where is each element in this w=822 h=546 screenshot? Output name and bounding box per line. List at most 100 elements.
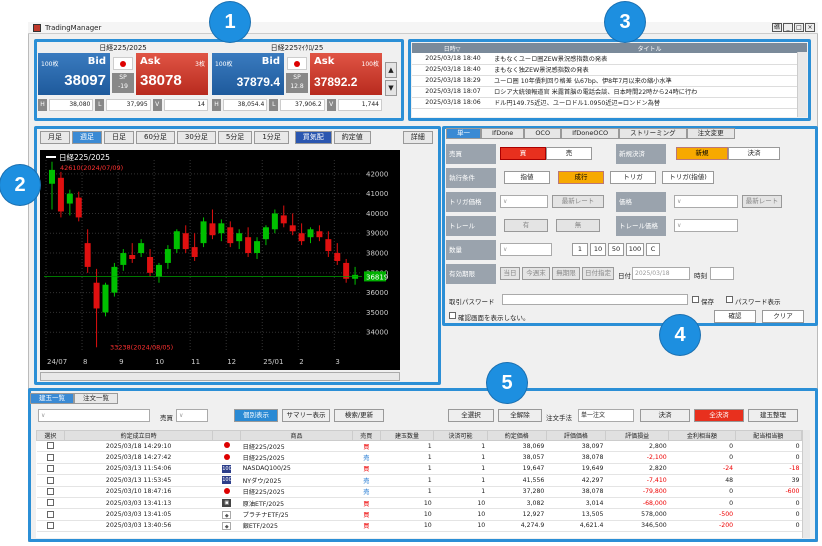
market-button[interactable]: 成行 bbox=[558, 171, 604, 184]
buy-button[interactable]: 買 bbox=[500, 147, 546, 160]
ask-button[interactable]: Ask 100枚 37892.2 bbox=[310, 53, 382, 95]
positions-header-5[interactable]: 建玉数量 bbox=[379, 430, 435, 441]
bid-button[interactable]: 100枚 Bid 37879.4 bbox=[212, 53, 284, 95]
qty-100-button[interactable]: 100 bbox=[626, 243, 644, 256]
trigger-limit-button[interactable]: トリガ(指値) bbox=[662, 171, 714, 184]
row-checkbox[interactable] bbox=[46, 522, 54, 530]
positions-header-6[interactable]: 決済可能 bbox=[433, 430, 488, 441]
tab-orders[interactable]: 注文一覧 bbox=[74, 393, 118, 404]
positions-header-4[interactable]: 売買 bbox=[351, 430, 381, 441]
valid-unlimited-button[interactable]: 無期限 bbox=[552, 267, 580, 280]
trigger-button[interactable]: トリガ bbox=[610, 171, 656, 184]
clear-button[interactable]: クリア bbox=[762, 310, 804, 323]
chart-tab-3[interactable]: 60分足 bbox=[136, 131, 175, 144]
row-checkbox[interactable] bbox=[46, 465, 54, 473]
valid-week-button[interactable]: 今週末 bbox=[522, 267, 550, 280]
news-row[interactable]: 2025/03/18 18:07 ロシア大統領報道官 米露首脳の電話会談、日本時間… bbox=[412, 86, 807, 98]
ask-button[interactable]: Ask 3枚 38078 bbox=[136, 53, 208, 95]
trail-price-input[interactable]: ∨ bbox=[674, 219, 738, 232]
chart-tab-4[interactable]: 30分足 bbox=[176, 131, 216, 144]
settle-all-button[interactable]: 全決済 bbox=[694, 409, 744, 422]
side-filter-select[interactable]: ∨ bbox=[176, 409, 208, 422]
bid-button[interactable]: 100枚 Bid 38097 bbox=[38, 53, 110, 95]
chart-tab-7[interactable]: 買気配 bbox=[294, 131, 332, 144]
table-row[interactable]: 2025/03/18 14:27:42 日経225/2025 売 1 1 38,057 38… bbox=[36, 451, 802, 464]
chart-tab-0[interactable]: 月足 bbox=[40, 131, 70, 144]
confirm-button[interactable]: 確認 bbox=[714, 310, 756, 323]
news-header-title[interactable]: タイトル bbox=[492, 43, 807, 53]
trigger-price-input[interactable]: ∨ bbox=[500, 195, 548, 208]
table-row[interactable]: 2025/03/10 18:47:16 日経225/2025 売 1 1 37,280 38… bbox=[36, 486, 802, 498]
password-input[interactable] bbox=[502, 294, 688, 305]
settle-order-button[interactable]: 決済 bbox=[728, 147, 780, 160]
save-checkbox[interactable] bbox=[692, 296, 699, 303]
table-row[interactable]: 2025/03/03 13:41:13 ▣ 原油ETF/2025 買 10 10 3,082… bbox=[36, 497, 802, 510]
no-confirm-checkbox[interactable] bbox=[449, 312, 456, 319]
qty-1-button[interactable]: 1 bbox=[572, 243, 588, 256]
quantity-input[interactable]: ∨ bbox=[500, 243, 552, 256]
table-row[interactable]: 2025/03/18 14:29:10 日経225/2025 買 1 1 38,069 38… bbox=[36, 440, 802, 453]
search-refresh-button[interactable]: 検索/更新 bbox=[334, 409, 384, 422]
summary-view-button[interactable]: サマリー表示 bbox=[282, 409, 330, 422]
news-header-datetime[interactable]: 日時▽ bbox=[412, 43, 492, 53]
chart-tab-2[interactable]: 日足 bbox=[104, 131, 134, 144]
qty-50-button[interactable]: 50 bbox=[608, 243, 624, 256]
positions-header-7[interactable]: 約定価格 bbox=[486, 430, 547, 441]
product-filter-select[interactable]: ∨ bbox=[38, 409, 150, 422]
row-checkbox[interactable] bbox=[46, 499, 54, 507]
chart-tab-6[interactable]: 1分足 bbox=[254, 131, 289, 144]
news-row[interactable]: 2025/03/18 18:29 ユーロ圏 10年債利回り格差 仏67bp、伊8年… bbox=[412, 75, 807, 87]
layout-icon[interactable]: 礁 bbox=[772, 23, 782, 32]
individual-view-button[interactable]: 個別表示 bbox=[234, 409, 278, 422]
news-scrollbar[interactable] bbox=[797, 52, 807, 117]
limit-button[interactable]: 指値 bbox=[504, 171, 550, 184]
time-input[interactable] bbox=[710, 267, 734, 280]
chart-scrollbar[interactable] bbox=[40, 372, 400, 381]
order-tab-1[interactable]: IfDone bbox=[481, 128, 525, 139]
valid-today-button[interactable]: 当日 bbox=[500, 267, 520, 280]
order-tab-0[interactable]: 単一 bbox=[446, 128, 481, 139]
table-row[interactable]: 2025/03/13 11:53:45 100 NYダウ/2025 売 1 1 41,556… bbox=[36, 474, 802, 487]
row-checkbox[interactable] bbox=[46, 488, 54, 495]
deselect-all-button[interactable]: 全解除 bbox=[498, 409, 542, 422]
positions-header-2[interactable] bbox=[212, 430, 242, 441]
news-row[interactable]: 2025/03/18 18:40 まもなく独ZEW景況感指数の発表 bbox=[412, 64, 807, 76]
positions-header-3[interactable]: 商品 bbox=[240, 430, 353, 441]
chart-tab-8[interactable]: 約定値 bbox=[333, 131, 371, 144]
maximize-button[interactable]: □ bbox=[794, 23, 804, 32]
settle-button[interactable]: 決済 bbox=[640, 409, 690, 422]
scroll-down-button[interactable]: ▼ bbox=[385, 80, 397, 96]
order-tab-3[interactable]: IfDoneOCO bbox=[561, 128, 620, 139]
table-row[interactable]: 2025/03/03 13:41:05 ◆ プラチナETF/25 買 10 10 12,92… bbox=[36, 508, 802, 521]
valid-date-button[interactable]: 日付指定 bbox=[582, 267, 614, 280]
positions-header-0[interactable]: 選択 bbox=[36, 430, 65, 441]
minimize-button[interactable]: _ bbox=[783, 23, 793, 32]
candlestick-chart[interactable]: 3400035000360003700038000390004000041000… bbox=[40, 150, 400, 370]
scroll-up-button[interactable]: ▲ bbox=[385, 62, 397, 78]
order-tab-4[interactable]: ストリーミング bbox=[619, 128, 687, 139]
table-row[interactable]: 2025/03/13 11:54:06 100 NASDAQ100/25 買 1 1 19,… bbox=[36, 463, 802, 476]
chart-tab-9[interactable]: 詳細 bbox=[402, 131, 433, 144]
price-latest-rate-button[interactable]: 最新レート bbox=[742, 195, 782, 208]
positions-header-11[interactable]: 配当相当額 bbox=[734, 430, 802, 441]
organize-positions-button[interactable]: 建玉整理 bbox=[748, 409, 798, 422]
table-row[interactable]: 2025/03/03 13:40:56 ◆ 銀ETF/2025 買 10 10 4,274.… bbox=[36, 520, 802, 533]
positions-header-1[interactable]: 約定成立日時 bbox=[63, 430, 214, 441]
order-tab-5[interactable]: 注文変更 bbox=[686, 128, 735, 139]
chart-tab-5[interactable]: 5分足 bbox=[217, 131, 253, 144]
tab-positions[interactable]: 建玉一覧 bbox=[30, 393, 74, 404]
positions-scrollbar[interactable] bbox=[802, 430, 810, 538]
row-checkbox[interactable] bbox=[46, 442, 54, 450]
qty-10-button[interactable]: 10 bbox=[590, 243, 606, 256]
row-checkbox[interactable] bbox=[46, 453, 54, 461]
positions-header-10[interactable]: 金利相当額 bbox=[668, 430, 736, 441]
news-row[interactable]: 2025/03/18 18:06 ドル円149.75近辺、ユーロドル1.0950近… bbox=[412, 97, 807, 109]
date-input[interactable]: 2025/03/18 bbox=[632, 267, 690, 280]
method-select[interactable]: 単一注文 bbox=[578, 409, 634, 422]
trail-off-button[interactable]: 無 bbox=[556, 219, 600, 232]
show-password-checkbox[interactable] bbox=[726, 296, 733, 303]
new-order-button[interactable]: 新規 bbox=[676, 147, 728, 160]
row-checkbox[interactable] bbox=[46, 510, 54, 518]
trail-on-button[interactable]: 有 bbox=[504, 219, 548, 232]
sell-button[interactable]: 売 bbox=[546, 147, 592, 160]
